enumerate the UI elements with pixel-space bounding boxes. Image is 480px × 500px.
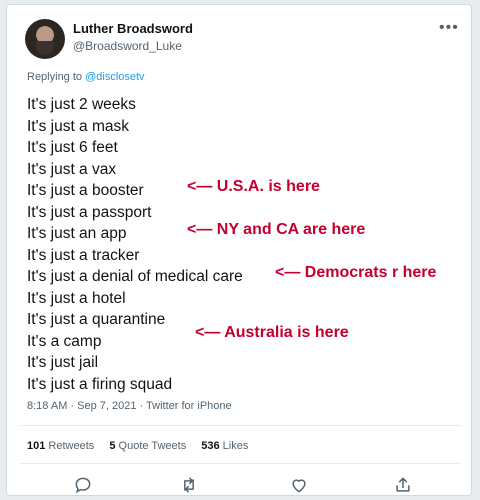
tweet-line: It's just a firing squad	[27, 375, 173, 393]
share-icon[interactable]	[393, 475, 413, 495]
divider	[21, 463, 461, 464]
divider	[21, 425, 461, 426]
tweet-line: It's just a hotel	[27, 289, 126, 307]
quotes-label: Quote Tweets	[115, 440, 187, 452]
tweet-text: It's just 2 weeks It's just a mask It's …	[27, 96, 243, 397]
tweet-line: It's just 6 feet	[27, 139, 118, 156]
retweets-count: 101	[27, 440, 46, 452]
annotation-australia: <— Australia is here	[195, 324, 349, 341]
tweet-timestamp[interactable]: 8:18 AM · Sep 7, 2021 · Twitter for iPho…	[27, 400, 232, 412]
tweet-line: It's just a tracker	[27, 246, 140, 264]
tweet-line: It's just a denial of medical care	[27, 268, 243, 285]
tweet-stats: 101 Retweets 5 Quote Tweets 536 Likes	[27, 440, 260, 452]
annotation-ny-ca: <— NY and CA are here	[187, 221, 366, 238]
avatar[interactable]	[25, 19, 65, 59]
annotation-usa: <— U.S.A. is here	[187, 178, 320, 195]
tweet-card: Luther Broadsword @Broadsword_Luke ••• R…	[6, 4, 472, 496]
more-options-button[interactable]: •••	[439, 19, 459, 37]
like-icon[interactable]	[289, 475, 309, 495]
tweet-actions	[7, 475, 473, 495]
tweet-line: It's just jail	[27, 354, 99, 371]
author-handle[interactable]: @Broadsword_Luke	[73, 39, 182, 53]
likes-count: 536	[201, 440, 220, 452]
likes-label: Likes	[219, 440, 249, 452]
replying-to-label: Replying to	[27, 71, 86, 83]
retweets-label: Retweets	[45, 440, 95, 452]
author-name[interactable]: Luther Broadsword	[73, 21, 193, 36]
tweet-line: It's just 2 weeks	[27, 96, 136, 113]
quote-tweets-stat[interactable]: 5 Quote Tweets	[109, 440, 186, 452]
reply-icon[interactable]	[73, 475, 93, 495]
retweet-icon[interactable]	[179, 475, 199, 495]
replying-to: Replying to @disclosetv	[27, 71, 145, 83]
retweets-stat[interactable]: 101 Retweets	[27, 440, 94, 452]
annotation-democrats: <— Democrats r here	[275, 264, 437, 281]
mention-link[interactable]: @disclosetv	[85, 71, 144, 83]
likes-stat[interactable]: 536 Likes	[201, 440, 248, 452]
tweet-line: It's just a mask	[27, 117, 130, 135]
